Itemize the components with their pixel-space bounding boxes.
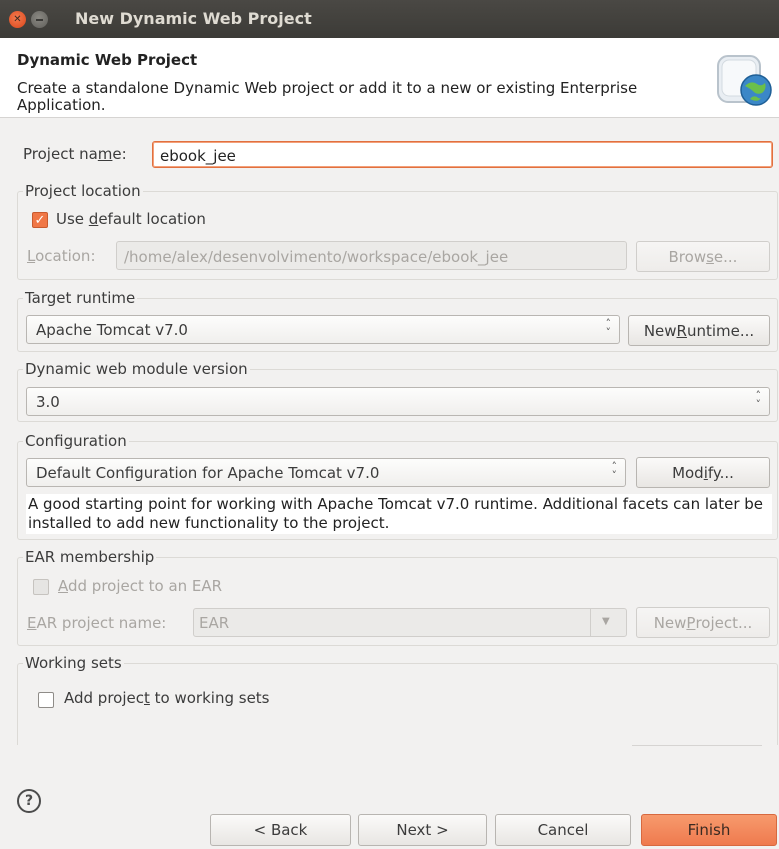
web-project-globe-icon — [717, 55, 772, 106]
module-version-select[interactable]: 3.0 ˄ ˅ — [26, 387, 770, 416]
minimize-icon[interactable] — [31, 11, 48, 28]
project-location-title: Project location — [23, 182, 143, 200]
target-runtime-title: Target runtime — [23, 289, 138, 307]
add-to-ear-checkbox[interactable] — [33, 579, 49, 595]
new-ear-project-button[interactable]: New Project... — [636, 607, 770, 638]
use-default-location-checkbox[interactable]: ✓ — [32, 212, 48, 228]
working-sets-title: Working sets — [23, 654, 124, 672]
add-to-working-sets-label: Add project to working sets — [64, 689, 270, 707]
configuration-title: Configuration — [23, 432, 129, 450]
close-icon[interactable]: ✕ — [9, 11, 26, 28]
combo-divider — [590, 609, 591, 636]
configuration-select[interactable]: Default Configuration for Apache Tomcat … — [26, 458, 626, 487]
location-label: Location: — [27, 247, 96, 265]
ear-membership-title: EAR membership — [23, 548, 157, 566]
cancel-button[interactable]: Cancel — [495, 814, 631, 846]
window-title: New Dynamic Web Project — [75, 9, 312, 28]
updown-arrows-icon: ˄ ˅ — [755, 389, 762, 411]
page-description: Create a standalone Dynamic Web project … — [17, 79, 638, 114]
page-title: Dynamic Web Project — [17, 51, 198, 69]
back-button[interactable]: < Back — [210, 814, 351, 846]
browse-button[interactable]: Brow s e... — [636, 241, 770, 272]
configuration-description: A good starting point for working with A… — [26, 494, 772, 534]
add-to-working-sets-checkbox[interactable] — [38, 692, 54, 708]
module-version-title: Dynamic web module version — [23, 360, 250, 378]
divider — [632, 745, 762, 746]
finish-button[interactable]: Finish — [641, 814, 777, 846]
next-button[interactable]: Next > — [358, 814, 487, 846]
project-name-label: Project name: — [23, 145, 127, 163]
ear-project-name-label: EAR project name: — [27, 614, 167, 632]
location-input[interactable]: /home/alex/desenvolvimento/workspace/ebo… — [116, 241, 627, 270]
project-name-input[interactable]: ebook_jee — [152, 141, 773, 168]
new-runtime-button[interactable]: New Runtime... — [628, 315, 770, 346]
updown-arrows-icon: ˄ ˅ — [611, 460, 618, 482]
updown-arrows-icon: ˄ ˅ — [605, 317, 612, 339]
help-icon[interactable]: ? — [17, 789, 41, 813]
modify-button[interactable]: Mod i fy... — [636, 457, 770, 488]
target-runtime-select[interactable]: Apache Tomcat v7.0 ˄ ˅ — [26, 315, 620, 344]
use-default-location-label: Use default location — [56, 210, 206, 228]
add-to-ear-label: Add project to an EAR — [58, 577, 223, 595]
dropdown-arrow-icon: ▼ — [602, 616, 610, 627]
ear-project-name-select[interactable]: EAR ▼ — [193, 608, 627, 637]
